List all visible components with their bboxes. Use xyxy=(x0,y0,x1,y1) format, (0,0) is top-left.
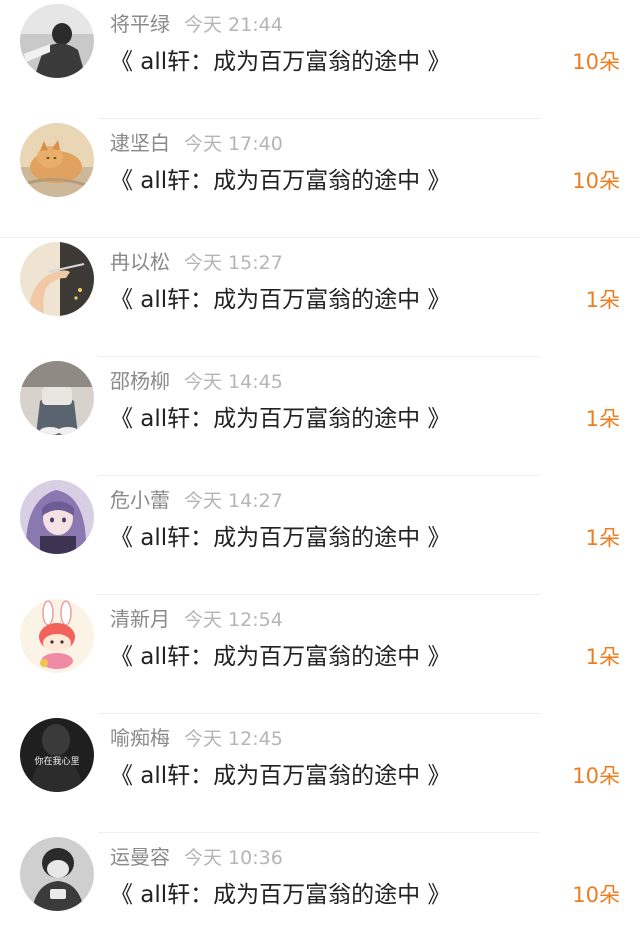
user-name[interactable]: 邵杨柳 xyxy=(110,369,170,393)
gift-count: 1朵 xyxy=(585,645,620,669)
user-name[interactable]: 冉以松 xyxy=(110,250,170,274)
avatar-bunny-cartoon-icon xyxy=(20,599,94,673)
avatar-bw-child-icon xyxy=(20,837,94,911)
list-item[interactable]: 清新月 今天 12:54 《 all轩：成为百万富翁的途中 》 1朵 xyxy=(0,594,640,713)
gift-count: 10朵 xyxy=(572,50,620,74)
user-name[interactable]: 喻痴梅 xyxy=(110,726,170,750)
avatar-cat-icon xyxy=(20,123,94,197)
timestamp: 今天 12:45 xyxy=(184,728,283,750)
avatar[interactable] xyxy=(20,837,94,911)
item-meta: 危小蕾 今天 14:27 xyxy=(110,484,283,512)
timestamp: 今天 10:36 xyxy=(184,847,283,869)
list-item[interactable]: 邵杨柳 今天 14:45 《 all轩：成为百万富翁的途中 》 1朵 xyxy=(0,356,640,475)
user-name[interactable]: 运曼容 xyxy=(110,845,170,869)
timestamp: 今天 21:44 xyxy=(184,14,283,36)
user-name[interactable]: 逮坚白 xyxy=(110,131,170,155)
avatar-text: 你在我心里 xyxy=(34,755,79,767)
user-name[interactable]: 将平绿 xyxy=(110,12,170,36)
avatar[interactable]: 你在我心里 xyxy=(20,718,94,792)
gift-count: 10朵 xyxy=(572,169,620,193)
timestamp: 今天 14:27 xyxy=(184,490,283,512)
avatar[interactable] xyxy=(20,599,94,673)
timestamp: 今天 17:40 xyxy=(184,133,283,155)
avatar-hand-icon xyxy=(20,242,94,316)
divider xyxy=(98,356,540,357)
gift-count: 1朵 xyxy=(585,288,620,312)
user-name[interactable]: 清新月 xyxy=(110,607,170,631)
avatar[interactable] xyxy=(20,4,94,78)
list-item[interactable]: 你在我心里 喻痴梅 今天 12:45 《 all轩：成为百万富翁的途中 》 10朵 xyxy=(0,713,640,832)
gift-count: 1朵 xyxy=(585,526,620,550)
reward-list: 将平绿 今天 21:44 《 all轩：成为百万富翁的途中 》 10朵 逮坚白 今天… xyxy=(0,0,640,911)
user-name[interactable]: 危小蕾 xyxy=(110,488,170,512)
book-title[interactable]: 《 all轩：成为百万富翁的途中 》 xyxy=(110,42,451,76)
avatar[interactable] xyxy=(20,480,94,554)
timestamp: 今天 14:45 xyxy=(184,371,283,393)
avatar[interactable] xyxy=(20,123,94,197)
divider xyxy=(98,118,540,119)
divider xyxy=(0,237,640,238)
book-title[interactable]: 《 all轩：成为百万富翁的途中 》 xyxy=(110,756,451,790)
gift-count: 10朵 xyxy=(572,764,620,788)
timestamp: 今天 15:27 xyxy=(184,252,283,274)
list-item[interactable]: 危小蕾 今天 14:27 《 all轩：成为百万富翁的途中 》 1朵 xyxy=(0,475,640,594)
divider xyxy=(98,475,540,476)
divider xyxy=(98,832,540,833)
list-item[interactable]: 逮坚白 今天 17:40 《 all轩：成为百万富翁的途中 》 10朵 xyxy=(0,118,640,237)
list-item[interactable]: 运曼容 今天 10:36 《 all轩：成为百万富翁的途中 》 10朵 xyxy=(0,832,640,951)
book-title[interactable]: 《 all轩：成为百万富翁的途中 》 xyxy=(110,875,451,909)
divider xyxy=(98,713,540,714)
item-meta: 喻痴梅 今天 12:45 xyxy=(110,722,283,750)
avatar-sitting-person-icon xyxy=(20,361,94,435)
avatar-dark-text-icon: 你在我心里 xyxy=(20,718,94,792)
book-title[interactable]: 《 all轩：成为百万富翁的途中 》 xyxy=(110,399,451,433)
item-meta: 运曼容 今天 10:36 xyxy=(110,841,283,869)
book-title[interactable]: 《 all轩：成为百万富翁的途中 》 xyxy=(110,161,451,195)
item-meta: 冉以松 今天 15:27 xyxy=(110,246,283,274)
timestamp: 今天 12:54 xyxy=(184,609,283,631)
gift-count: 1朵 xyxy=(585,407,620,431)
avatar-bw-person-icon xyxy=(20,4,94,78)
list-item[interactable]: 冉以松 今天 15:27 《 all轩：成为百万富翁的途中 》 1朵 xyxy=(0,237,640,356)
list-item[interactable]: 将平绿 今天 21:44 《 all轩：成为百万富翁的途中 》 10朵 xyxy=(0,0,640,118)
avatar-anime-girl-icon xyxy=(20,480,94,554)
book-title[interactable]: 《 all轩：成为百万富翁的途中 》 xyxy=(110,637,451,671)
item-meta: 逮坚白 今天 17:40 xyxy=(110,127,283,155)
item-meta: 邵杨柳 今天 14:45 xyxy=(110,365,283,393)
avatar[interactable] xyxy=(20,242,94,316)
avatar[interactable] xyxy=(20,361,94,435)
divider xyxy=(98,594,540,595)
book-title[interactable]: 《 all轩：成为百万富翁的途中 》 xyxy=(110,518,451,552)
gift-count: 10朵 xyxy=(572,883,620,907)
book-title[interactable]: 《 all轩：成为百万富翁的途中 》 xyxy=(110,280,451,314)
item-meta: 清新月 今天 12:54 xyxy=(110,603,283,631)
item-meta: 将平绿 今天 21:44 xyxy=(110,8,283,36)
